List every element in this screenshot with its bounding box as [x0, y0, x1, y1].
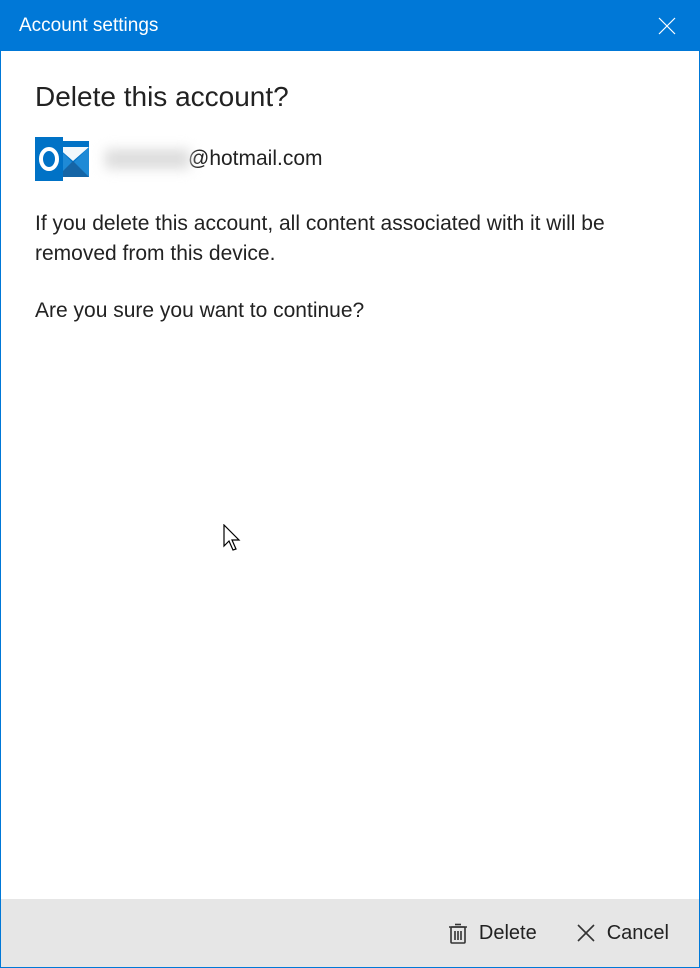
trash-icon — [447, 922, 469, 944]
warning-text: If you delete this account, all content … — [35, 209, 665, 270]
close-icon — [658, 17, 676, 35]
outlook-icon — [35, 137, 91, 181]
titlebar: Account settings — [1, 1, 699, 51]
dialog-heading: Delete this account? — [35, 81, 665, 113]
x-icon — [575, 922, 597, 944]
delete-label: Delete — [479, 922, 537, 945]
cursor-icon — [223, 524, 243, 552]
dialog-footer: Delete Cancel — [1, 899, 699, 967]
email-domain: @hotmail.com — [188, 147, 323, 171]
account-row: @hotmail.com — [35, 137, 665, 181]
confirm-text: Are you sure you want to continue? — [35, 296, 665, 326]
delete-button[interactable]: Delete — [441, 914, 543, 953]
dialog-content: Delete this account? @hotmail.com If you… — [1, 51, 699, 899]
account-email: @hotmail.com — [105, 147, 323, 171]
close-button[interactable] — [635, 1, 699, 51]
dialog-window: Account settings Delete this account? @h… — [0, 0, 700, 968]
cancel-label: Cancel — [607, 922, 669, 945]
cancel-button[interactable]: Cancel — [569, 914, 675, 953]
window-title: Account settings — [19, 15, 158, 37]
email-redacted — [105, 149, 190, 169]
